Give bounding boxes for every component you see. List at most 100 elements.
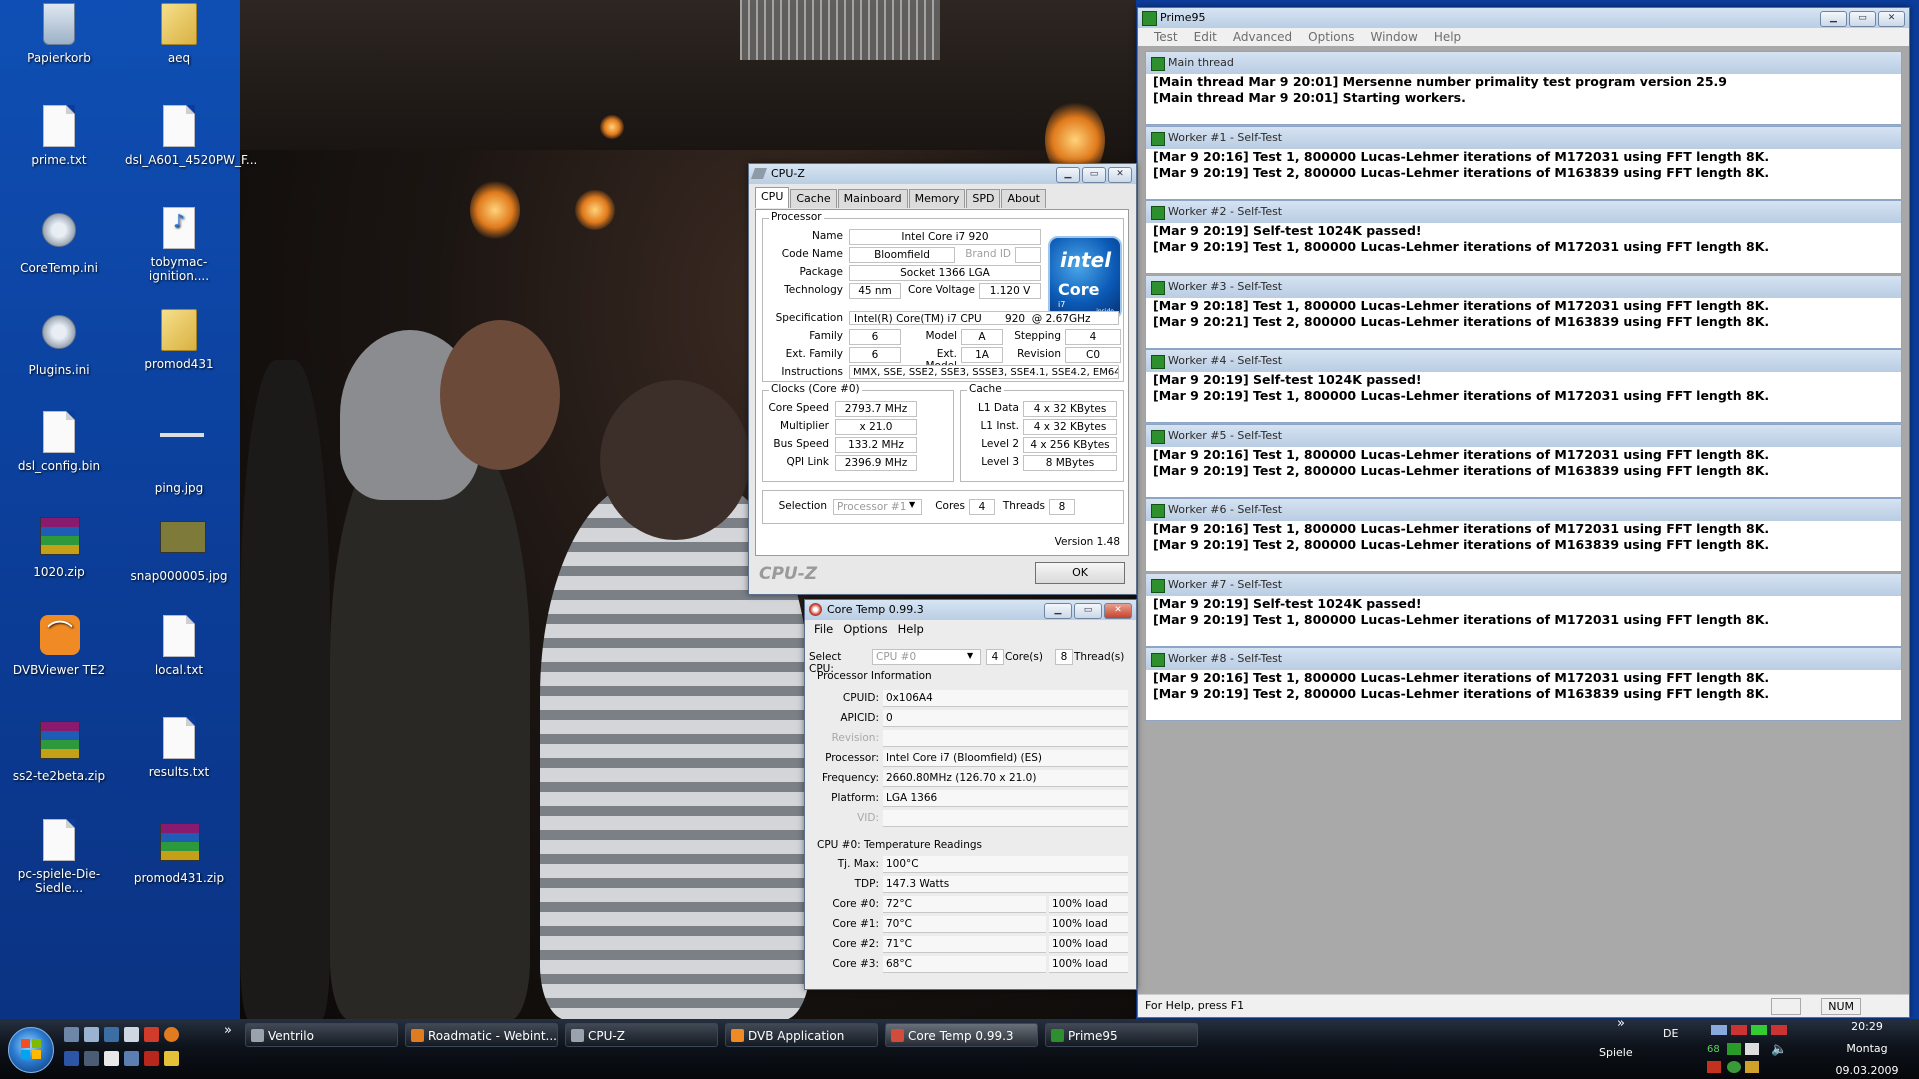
explorer-icon[interactable]: [104, 1027, 119, 1042]
show-desktop-icon[interactable]: [64, 1027, 79, 1042]
tab-spd[interactable]: SPD: [966, 189, 1001, 208]
desktop-icon[interactable]: prime.txt: [5, 105, 113, 167]
mail-icon[interactable]: [104, 1051, 119, 1066]
tray-temp-icon[interactable]: [1751, 1025, 1767, 1035]
switch-windows-icon[interactable]: [84, 1027, 99, 1042]
taskbar-button[interactable]: Core Temp 0.99.3: [885, 1023, 1038, 1047]
worker-window-titlebar[interactable]: Main thread: [1146, 52, 1901, 74]
worker-window-titlebar[interactable]: Worker #5 - Self-Test: [1146, 424, 1901, 447]
firefox-icon[interactable]: [164, 1027, 179, 1042]
taskbar-button[interactable]: CPU-Z: [565, 1023, 718, 1047]
desktop-icon[interactable]: 1020.zip: [5, 513, 113, 579]
prime95-worker-window[interactable]: Worker #8 - Self-Test [Mar 9 20:16] Test …: [1145, 647, 1902, 721]
desktop-icon[interactable]: snap000005.jpg: [125, 513, 233, 583]
tab-mainboard[interactable]: Mainboard: [837, 189, 908, 208]
app-icon[interactable]: [84, 1051, 99, 1066]
prime95-worker-window[interactable]: Worker #7 - Self-Test [Mar 9 20:19] Self-…: [1145, 572, 1902, 647]
prime95-worker-window[interactable]: Worker #6 - Self-Test [Mar 9 20:16] Test …: [1145, 498, 1902, 572]
worker-window-titlebar[interactable]: Worker #1 - Self-Test: [1146, 126, 1901, 149]
chevron-more-icon[interactable]: »: [224, 1023, 232, 1038]
desktop-icon[interactable]: pc-spiele-Die-Siedle...: [5, 819, 113, 895]
cpu-select[interactable]: CPU #0: [872, 649, 981, 665]
menu-help[interactable]: Help: [893, 620, 929, 638]
desktop-icon[interactable]: promod431.zip: [125, 819, 233, 885]
tab-memory[interactable]: Memory: [908, 189, 966, 208]
maximize-button[interactable]: ▭: [1082, 167, 1106, 183]
clock-day[interactable]: Montag: [1835, 1042, 1899, 1055]
prime95-titlebar[interactable]: Prime95 ▁ ▭ ✕: [1138, 8, 1909, 28]
prime95-worker-window[interactable]: Worker #4 - Self-Test [Mar 9 20:19] Self-…: [1145, 349, 1902, 423]
tray-temp-icon[interactable]: [1771, 1025, 1787, 1035]
taskbar-button[interactable]: Prime95: [1045, 1023, 1198, 1047]
desktop-icon[interactable]: dsl_config.bin: [5, 411, 113, 473]
tray-icon[interactable]: [1727, 1043, 1741, 1055]
chevron-more-icon[interactable]: »: [1617, 1016, 1625, 1031]
desktop-icon[interactable]: ♪ tobymac-ignition....: [125, 207, 233, 283]
desktop-icon[interactable]: local.txt: [125, 615, 233, 677]
close-button[interactable]: ✕: [1104, 603, 1132, 619]
ok-button[interactable]: OK: [1035, 562, 1125, 584]
worker-window-titlebar[interactable]: Worker #2 - Self-Test: [1146, 201, 1901, 223]
app-icon[interactable]: [144, 1051, 159, 1066]
desktop-icon[interactable]: Papierkorb: [5, 3, 113, 65]
worker-window-titlebar[interactable]: Worker #6 - Self-Test: [1146, 499, 1901, 521]
network-icon[interactable]: [1711, 1025, 1727, 1035]
chevron-down-icon[interactable]: ▼: [909, 500, 915, 509]
menu-options[interactable]: Options: [838, 620, 892, 638]
app-icon[interactable]: [144, 1027, 159, 1042]
desktop-icon[interactable]: Plugins.ini: [5, 309, 113, 377]
menu-file[interactable]: File: [809, 620, 838, 638]
clock-time[interactable]: 20:29: [1839, 1020, 1895, 1033]
worker-window-titlebar[interactable]: Worker #4 - Self-Test: [1146, 350, 1901, 372]
tray-icon[interactable]: [1745, 1043, 1759, 1055]
window-icon[interactable]: [124, 1027, 139, 1042]
desktop-icon[interactable]: CoreTemp.ini: [5, 207, 113, 275]
menu-window[interactable]: Window: [1362, 28, 1425, 46]
minimize-button[interactable]: ▁: [1820, 11, 1847, 27]
taskbar-button[interactable]: Ventrilo: [245, 1023, 398, 1047]
maximize-button[interactable]: ▭: [1849, 11, 1876, 27]
desktop-icon[interactable]: aeq: [125, 3, 233, 65]
desktop-icon[interactable]: results.txt: [125, 717, 233, 779]
prime95-worker-window[interactable]: Worker #1 - Self-Test [Mar 9 20:16] Test …: [1145, 125, 1902, 200]
prime95-window[interactable]: Prime95 ▁ ▭ ✕ Test Edit Advanced Options Win…: [1137, 7, 1910, 1018]
tab-cpu[interactable]: CPU: [755, 187, 790, 208]
chevron-down-icon[interactable]: ▼: [967, 651, 973, 660]
menu-edit[interactable]: Edit: [1186, 28, 1225, 46]
volume-icon[interactable]: 🔈: [1771, 1042, 1787, 1057]
prime95-worker-window[interactable]: Worker #2 - Self-Test [Mar 9 20:19] Self-…: [1145, 200, 1902, 274]
coretemp-window[interactable]: Core Temp 0.99.3 ▁ ▭ ✕ File Options Help S…: [804, 599, 1137, 990]
app-icon[interactable]: [64, 1051, 79, 1066]
desktop-icon[interactable]: ping.jpg: [125, 411, 233, 495]
menu-test[interactable]: Test: [1146, 28, 1186, 46]
tab-cache[interactable]: Cache: [790, 189, 837, 208]
worker-window-titlebar[interactable]: Worker #8 - Self-Test: [1146, 648, 1901, 670]
language-indicator[interactable]: DE: [1663, 1027, 1678, 1040]
app-icon[interactable]: [164, 1051, 179, 1066]
menu-options[interactable]: Options: [1300, 28, 1362, 46]
desktop-icon[interactable]: ⌒ DVBViewer TE2: [5, 615, 113, 677]
coretemp-titlebar[interactable]: Core Temp 0.99.3 ▁ ▭ ✕: [805, 600, 1136, 620]
prime95-worker-window[interactable]: Worker #3 - Self-Test [Mar 9 20:18] Test …: [1145, 274, 1902, 349]
tray-icon[interactable]: [1745, 1061, 1759, 1073]
prime95-worker-window[interactable]: Main thread [Main thread Mar 9 20:01] Mer…: [1145, 51, 1902, 125]
desktop-icon[interactable]: dsl_A601_4520PW_F...: [125, 105, 257, 167]
desktop-icon[interactable]: promod431: [125, 309, 233, 371]
close-button[interactable]: ✕: [1878, 11, 1905, 27]
taskbar-button[interactable]: DVB Application: [725, 1023, 878, 1047]
tab-about[interactable]: About: [1001, 189, 1046, 208]
tray-temp-icon[interactable]: [1731, 1025, 1747, 1035]
app-icon[interactable]: [124, 1051, 139, 1066]
menu-help[interactable]: Help: [1426, 28, 1469, 46]
minimize-button[interactable]: ▁: [1044, 603, 1072, 619]
worker-window-titlebar[interactable]: Worker #3 - Self-Test: [1146, 275, 1901, 298]
toolbar-label[interactable]: Spiele: [1599, 1046, 1633, 1059]
tray-icon[interactable]: [1707, 1061, 1721, 1073]
cpuz-window[interactable]: CPU-Z ▁ ▭ ✕ CPU Cache Mainboard Memory SPD Ab…: [748, 163, 1137, 595]
cpuz-titlebar[interactable]: CPU-Z ▁ ▭ ✕: [749, 164, 1136, 184]
maximize-button[interactable]: ▭: [1074, 603, 1102, 619]
prime95-worker-window[interactable]: Worker #5 - Self-Test [Mar 9 20:16] Test …: [1145, 423, 1902, 498]
tray-temp-readout[interactable]: 68: [1707, 1044, 1720, 1055]
close-button[interactable]: ✕: [1108, 167, 1132, 183]
taskbar-button[interactable]: Roadmatic - Webint...: [405, 1023, 558, 1047]
